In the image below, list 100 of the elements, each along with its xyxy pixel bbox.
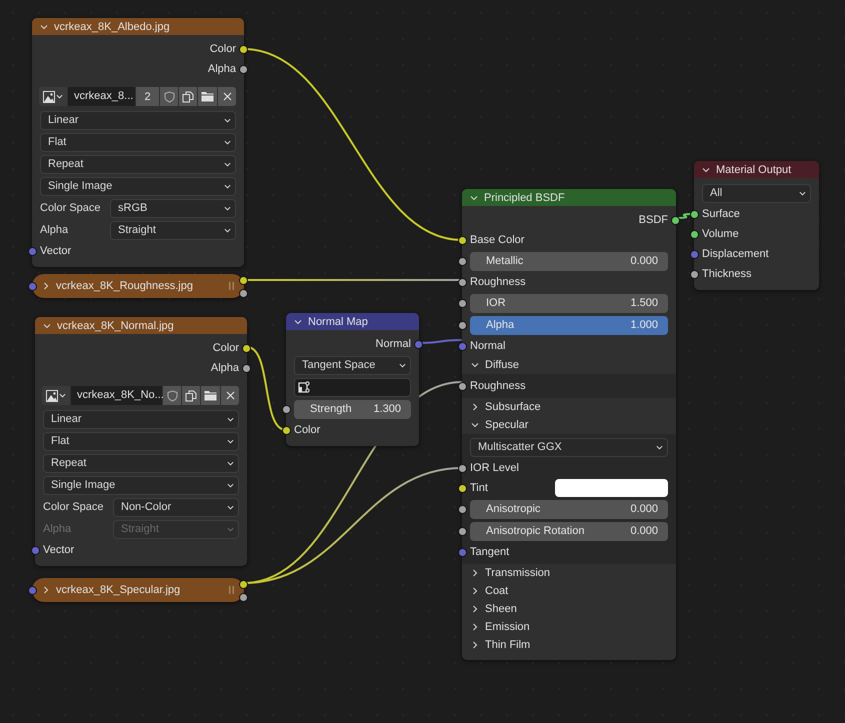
value-slider[interactable]: Anisotropic Rotation 0.000 — [470, 522, 668, 540]
dropdown[interactable]: Single Image — [40, 176, 236, 196]
chevron-down-icon — [799, 190, 806, 196]
close-icon — [226, 391, 234, 400]
socket[interactable] — [242, 364, 251, 373]
socket-label: Alpha — [210, 362, 239, 374]
copy-icon — [185, 390, 197, 402]
image-icon — [43, 90, 55, 102]
dropdown[interactable]: Multiscatter GGX — [470, 438, 668, 456]
socket[interactable] — [690, 210, 699, 219]
socket[interactable] — [458, 299, 467, 308]
image-name-field[interactable]: vcrkeax_8K_No... — [71, 386, 162, 405]
dropdown[interactable]: Linear — [40, 110, 236, 130]
color-swatch[interactable] — [555, 479, 668, 497]
value-slider[interactable]: Strength 1.300 — [294, 400, 411, 418]
dropdown[interactable]: Non-Color — [113, 498, 239, 516]
socket-label: Vector — [40, 245, 72, 257]
value-slider[interactable]: Anisotropic 0.000 — [470, 500, 668, 518]
dropdown[interactable]: Tangent Space — [294, 356, 411, 374]
dropdown[interactable]: Flat — [43, 432, 239, 450]
socket[interactable] — [239, 65, 248, 74]
socket-label: Color — [294, 424, 320, 436]
chevron-down-icon — [224, 116, 231, 124]
chevron-down-icon — [227, 460, 234, 466]
panel-header[interactable]: Specular — [462, 416, 676, 434]
socket[interactable] — [458, 321, 467, 330]
value-slider[interactable]: Metallic 0.000 — [470, 252, 668, 270]
image-type-button[interactable] — [39, 87, 67, 106]
uv-map-field[interactable] — [294, 378, 411, 396]
chevron-down-icon — [224, 160, 231, 168]
socket[interactable] — [690, 230, 699, 239]
close-button[interactable] — [221, 386, 239, 405]
socket-label: Color — [212, 342, 239, 354]
shield-button[interactable] — [163, 386, 181, 405]
chevron-down-icon — [224, 138, 231, 146]
open-file-button[interactable] — [201, 386, 220, 405]
panel-header[interactable]: Thin Film — [462, 636, 676, 654]
chevron-down-icon — [59, 392, 66, 399]
dropdown[interactable]: Flat — [40, 132, 236, 152]
close-icon — [222, 92, 232, 101]
socket[interactable] — [458, 464, 467, 473]
image-name-field[interactable]: vcrkeax_8... — [68, 87, 135, 106]
socket-label: Displacement — [702, 248, 769, 260]
node-header[interactable]: Principled BSDF — [462, 189, 676, 206]
node-title: vcrkeax_8K_Roughness.jpg — [56, 280, 194, 292]
dropdown[interactable]: Single Image — [43, 476, 239, 494]
open-file-button[interactable] — [198, 87, 217, 106]
dropdown[interactable]: sRGB — [110, 198, 236, 218]
dropdown[interactable]: Straight — [110, 220, 236, 240]
value-slider[interactable]: IOR 1.500 — [470, 294, 668, 312]
node-header[interactable]: Material Output — [694, 161, 819, 178]
panel-header[interactable]: Emission — [462, 618, 676, 636]
duplicate-button[interactable] — [179, 87, 197, 106]
chevron-down-icon — [656, 444, 663, 450]
node-title: vcrkeax_8K_Albedo.jpg — [54, 20, 170, 32]
panel-header[interactable]: Transmission — [462, 564, 676, 582]
socket[interactable] — [242, 344, 251, 353]
node-header[interactable]: Normal Map — [286, 313, 419, 330]
duplicate-button[interactable] — [182, 386, 200, 405]
socket[interactable] — [671, 216, 680, 225]
close-button[interactable] — [218, 87, 236, 106]
value-slider[interactable]: Alpha 1.000 — [470, 316, 668, 334]
dropdown[interactable]: Repeat — [40, 154, 236, 174]
chevron-down-icon — [227, 482, 234, 488]
panel-header[interactable]: Subsurface — [462, 398, 676, 416]
socket[interactable] — [458, 484, 467, 493]
socket[interactable] — [239, 45, 248, 54]
chevron-down-icon — [227, 526, 234, 532]
image-icon — [46, 390, 58, 402]
socket[interactable] — [282, 426, 291, 435]
dropdown[interactable]: Repeat — [43, 454, 239, 472]
dropdown[interactable]: All — [702, 184, 811, 202]
socket-label: Alpha — [208, 63, 236, 75]
socket[interactable] — [458, 278, 467, 287]
user-count-button[interactable]: 2 — [136, 87, 159, 106]
chevron-down-icon — [224, 182, 231, 190]
socket[interactable] — [458, 382, 467, 391]
panel-header[interactable]: Sheen — [462, 600, 676, 618]
socket-label: Tint — [470, 482, 488, 494]
shield-button[interactable] — [160, 87, 178, 106]
panel-header[interactable]: Coat — [462, 582, 676, 600]
socket[interactable] — [458, 236, 467, 245]
dropdown[interactable]: Linear — [43, 410, 239, 428]
socket[interactable] — [690, 270, 699, 279]
socket[interactable] — [282, 405, 291, 414]
socket-label: Roughness — [470, 380, 526, 392]
property-label: Alpha — [43, 523, 72, 535]
socket-label: Roughness — [470, 276, 526, 288]
property-label: Color Space — [40, 202, 102, 214]
property-label: Color Space — [43, 501, 105, 513]
node-header[interactable]: vcrkeax_8K_Albedo.jpg — [32, 18, 244, 35]
chevron-down-icon — [227, 416, 234, 422]
socket[interactable] — [458, 505, 467, 514]
node-header[interactable]: vcrkeax_8K_Normal.jpg — [35, 317, 247, 334]
image-type-button[interactable] — [42, 386, 70, 405]
socket[interactable] — [458, 257, 467, 266]
panel-header[interactable]: Diffuse — [462, 356, 676, 374]
socket[interactable] — [458, 527, 467, 536]
property-label: Alpha — [40, 224, 70, 236]
chevron-down-icon — [227, 438, 234, 444]
